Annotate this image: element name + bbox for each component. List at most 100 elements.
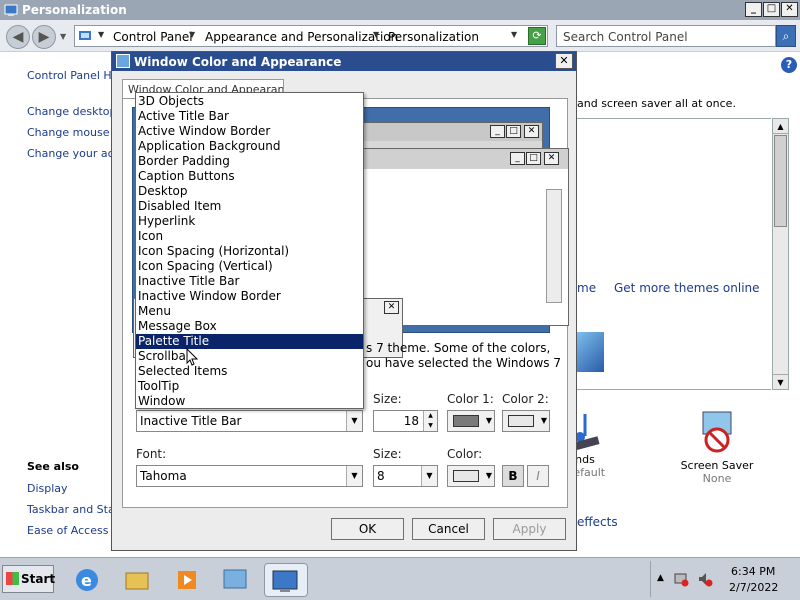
breadcrumb-appearance[interactable]: Appearance and Personalization	[205, 30, 398, 44]
search-icon[interactable]: ⌕	[776, 25, 796, 47]
back-button[interactable]: ◀	[6, 25, 30, 49]
dropdown-item[interactable]: Icon Spacing (Vertical)	[136, 259, 363, 274]
bold-button[interactable]: B	[502, 465, 524, 487]
theme-thumbnail-icon	[576, 332, 604, 372]
forward-button[interactable]: ▶	[32, 25, 56, 49]
item-select-value: Inactive Title Bar	[140, 414, 242, 428]
color1-button[interactable]: ▼	[447, 410, 495, 432]
apply-button[interactable]: Apply	[493, 518, 566, 540]
spin-up-icon[interactable]: ▲	[424, 411, 437, 421]
chevron-down-icon: ▼	[485, 416, 492, 425]
chevron-right-icon[interactable]: ▼	[189, 30, 195, 39]
clock-time[interactable]: 6:34 PM	[731, 565, 775, 578]
dropdown-item[interactable]: Selected Items	[136, 364, 363, 379]
dropdown-item[interactable]: Icon Spacing (Horizontal)	[136, 244, 363, 259]
start-button[interactable]: Start	[2, 565, 55, 593]
font-select[interactable]: Tahoma ▼	[136, 465, 363, 487]
font-color-label: Color:	[447, 447, 483, 461]
dropdown-item[interactable]: 3D Objects	[136, 94, 363, 109]
dropdown-item[interactable]: Active Title Bar	[136, 109, 363, 124]
preview-msg-close-icon: ✕	[384, 301, 399, 314]
dropdown-item[interactable]: Active Window Border	[136, 124, 363, 139]
chevron-down-icon[interactable]: ▼	[346, 411, 362, 431]
color1-label: Color 1:	[447, 392, 494, 406]
dropdown-item[interactable]: Window	[136, 394, 363, 409]
font-color-button[interactable]: ▼	[447, 465, 495, 487]
display-link[interactable]: Display	[27, 482, 68, 495]
taskbar: Start e ▲ 6:34 PM 2/7/2022	[0, 557, 800, 600]
volume-icon[interactable]	[697, 571, 713, 587]
internet-explorer-icon[interactable]: e	[70, 563, 104, 597]
chevron-right-icon[interactable]: ▼	[98, 30, 104, 39]
address-toolbar: ◀ ▶ ▼ ▼ Control Panel ▼ Appearance and P…	[0, 20, 800, 52]
system-tray: ▲ 6:34 PM 2/7/2022	[650, 561, 798, 597]
screen-saver-item[interactable]: Screen Saver None	[680, 410, 754, 485]
get-more-themes-link[interactable]: Get more themes online	[614, 281, 760, 295]
scroll-down-icon[interactable]: ▼	[773, 374, 788, 389]
maximize-button[interactable]: □	[763, 2, 780, 17]
dropdown-item[interactable]: Border Padding	[136, 154, 363, 169]
refresh-button[interactable]: ⟳	[528, 27, 546, 45]
dropdown-item[interactable]: Message Box	[136, 319, 363, 334]
scroll-up-icon[interactable]: ▲	[773, 119, 788, 134]
breadcrumb-personalization[interactable]: Personalization	[388, 30, 479, 44]
item-dropdown-list[interactable]: 3D Objects Active Title Bar Active Window …	[135, 92, 364, 409]
dropdown-item[interactable]: Palette Title	[136, 334, 363, 349]
font-size-select[interactable]: 8 ▼	[373, 465, 438, 487]
change-desktop-link[interactable]: Change desktop i	[27, 105, 123, 118]
chevron-down-icon[interactable]: ▼	[421, 466, 437, 486]
size-spinner[interactable]: ▲ ▼	[423, 411, 437, 431]
close-button[interactable]: ✕	[781, 2, 798, 17]
dropdown-item[interactable]: Application Background	[136, 139, 363, 154]
scroll-thumb[interactable]	[774, 135, 787, 227]
cancel-button[interactable]: Cancel	[412, 518, 485, 540]
dropdown-item[interactable]: ToolTip	[136, 379, 363, 394]
recent-pages-chevron-icon[interactable]: ▼	[60, 32, 66, 41]
show-hidden-icons-icon[interactable]: ▲	[657, 573, 664, 583]
control-panel-icon[interactable]	[218, 563, 252, 597]
ok-button[interactable]: OK	[331, 518, 404, 540]
themes-scrollbar[interactable]: ▲ ▼	[772, 118, 789, 390]
ease-of-access-link[interactable]: Ease of Access C	[27, 524, 120, 537]
theme-link[interactable]: me	[577, 281, 596, 295]
change-account-link[interactable]: Change your acc	[27, 147, 120, 160]
spin-down-icon[interactable]: ▼	[424, 421, 437, 431]
dialog-close-button[interactable]: ✕	[555, 53, 573, 69]
dropdown-item[interactable]: Menu	[136, 304, 363, 319]
personalization-icon	[4, 4, 18, 16]
color2-swatch	[508, 415, 534, 427]
dropdown-item[interactable]: Caption Buttons	[136, 169, 363, 184]
chevron-right-icon[interactable]: ▼	[373, 30, 379, 39]
dropdown-item[interactable]: Inactive Window Border	[136, 289, 363, 304]
chevron-down-icon[interactable]: ▼	[346, 466, 362, 486]
breadcrumb-control-panel[interactable]: Control Panel	[113, 30, 193, 44]
file-explorer-icon[interactable]	[120, 563, 154, 597]
network-icon[interactable]	[673, 571, 689, 587]
dropdown-item[interactable]: Disabled Item	[136, 199, 363, 214]
italic-button[interactable]: I	[527, 465, 549, 487]
help-icon[interactable]: ?	[781, 57, 797, 73]
clock-date[interactable]: 2/7/2022	[729, 581, 778, 594]
windows-logo-icon	[6, 572, 19, 585]
dropdown-item[interactable]: Hyperlink	[136, 214, 363, 229]
size-stepper[interactable]: 18 ▲ ▼	[373, 410, 438, 432]
dropdown-item[interactable]: Icon	[136, 229, 363, 244]
address-bar[interactable]: ▼ Control Panel ▼ Appearance and Persona…	[74, 25, 548, 47]
minimize-button[interactable]: _	[745, 2, 762, 17]
taskbar-link[interactable]: Taskbar and Star	[27, 503, 119, 516]
themes-list[interactable]	[576, 118, 771, 390]
address-dropdown-icon[interactable]: ▼	[511, 30, 517, 39]
dropdown-item[interactable]: Inactive Title Bar	[136, 274, 363, 289]
control-panel-icon	[79, 31, 91, 40]
chevron-down-icon: ▼	[540, 416, 547, 425]
color2-button[interactable]: ▼	[502, 410, 550, 432]
media-player-icon[interactable]	[170, 563, 204, 597]
effects-link[interactable]: effects	[577, 515, 618, 529]
item-select[interactable]: Inactive Title Bar ▼	[136, 410, 363, 432]
search-input[interactable]: Search Control Panel	[556, 25, 776, 47]
intro-text: and screen saver all at once.	[577, 97, 736, 110]
personalization-taskbar-button[interactable]	[264, 563, 308, 597]
dropdown-item[interactable]: Desktop	[136, 184, 363, 199]
dropdown-item[interactable]: Scrollbar	[136, 349, 363, 364]
window-title: Personalization	[22, 3, 127, 17]
